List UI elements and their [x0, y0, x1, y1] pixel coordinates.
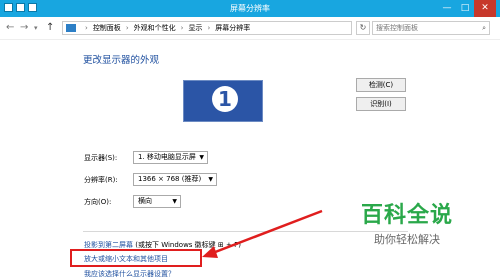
- watermark-subtitle: 助你轻松解决: [374, 233, 440, 246]
- watermark: 百科全说 助你轻松解决: [342, 203, 472, 247]
- annotation-arrow-line: [209, 209, 323, 256]
- annotation-arrow-head: [202, 246, 218, 258]
- watermark-title: 百科全说: [360, 203, 453, 228]
